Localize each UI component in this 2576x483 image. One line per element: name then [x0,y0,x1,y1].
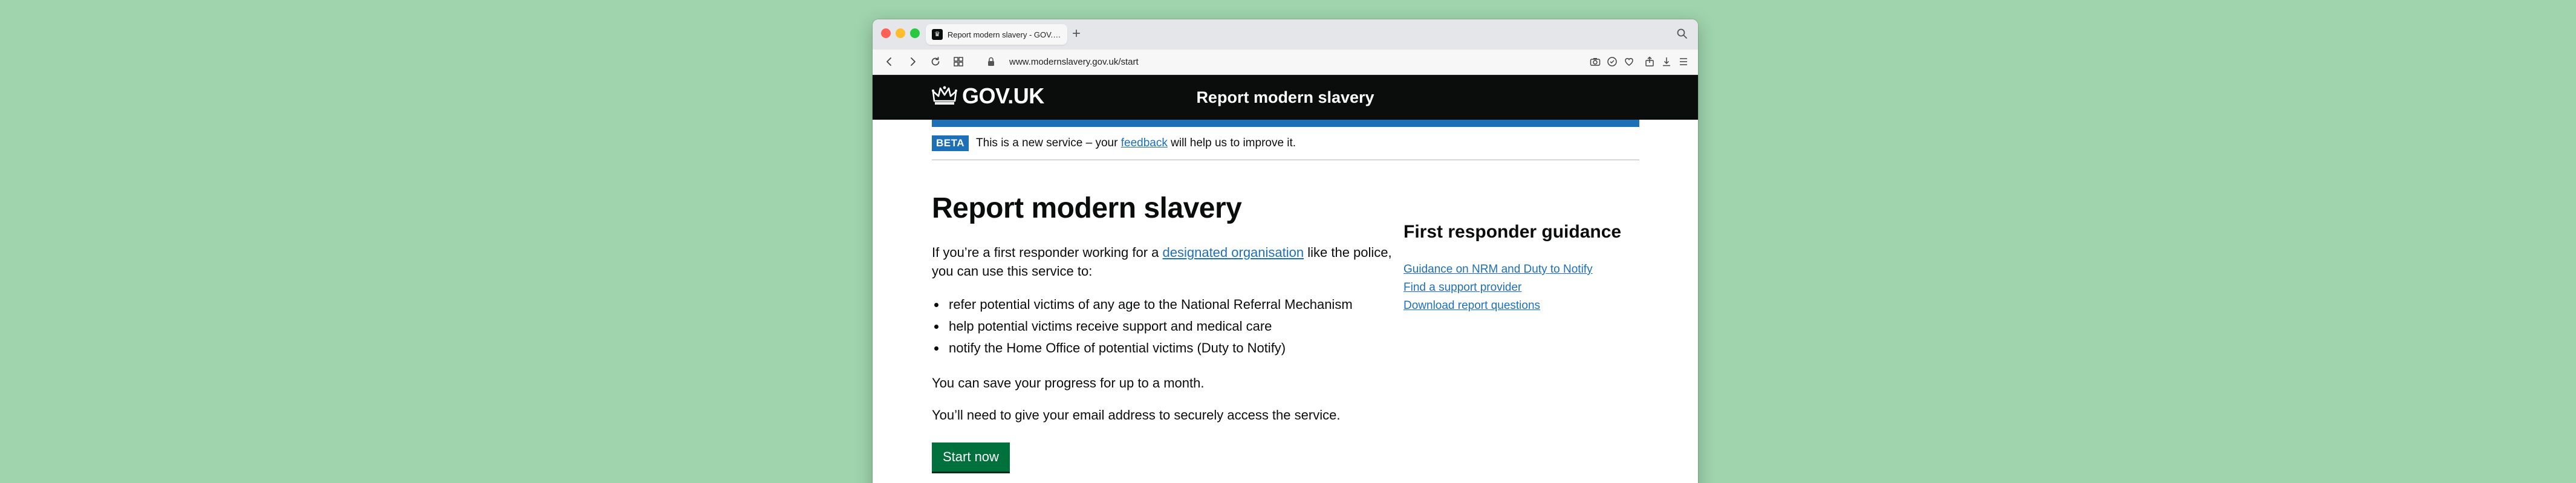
beta-text-after: will help us to improve it. [1167,137,1296,149]
back-icon[interactable] [883,56,896,68]
lock-icon [985,56,997,68]
beta-tag: BETA [932,135,969,151]
list-item: help potential victims receive support a… [946,316,1403,337]
shield-icon[interactable] [1606,56,1618,68]
intro-before: If you’re a first responder working for … [932,245,1163,260]
reload-icon[interactable] [929,56,942,68]
address-toolbar: www.modernslavery.gov.uk/start [873,50,1698,75]
browser-window: ♛ Report modern slavery - GOV.UK + www.m… [873,19,1698,483]
beta-text-before: This is a new service – your [976,137,1121,149]
guidance-links: Guidance on NRM and Duty to Notify Find … [1403,261,1639,315]
intro-paragraph: If you’re a first responder working for … [932,243,1403,280]
download-icon[interactable] [1660,56,1673,68]
support-provider-link[interactable]: Find a support provider [1403,279,1639,297]
tab-overview-icon[interactable] [952,56,964,68]
beta-text: This is a new service – your feedback wi… [976,137,1296,150]
email-requirement-text: You’ll need to give your email address t… [932,407,1341,423]
window-controls [881,28,920,38]
new-tab-button[interactable]: + [1072,26,1081,42]
share-icon[interactable] [1644,56,1656,68]
address-bar[interactable]: www.modernslavery.gov.uk/start [985,56,1139,68]
service-uses-list: refer potential victims of any age to th… [946,294,1403,359]
toolbar-actions [1589,56,1690,68]
save-progress-text: You can save your progress for up to a m… [932,375,1205,391]
start-now-button[interactable]: Start now [932,442,1010,472]
url-text[interactable]: www.modernslavery.gov.uk/start [1009,57,1139,67]
forward-icon[interactable] [906,56,919,68]
navigation-buttons [883,56,964,68]
page-content: BETA This is a new service – your feedba… [873,120,1698,472]
tab-title: Report modern slavery - GOV.UK [947,30,1061,39]
content-columns: Report modern slavery If you’re a first … [932,192,1639,472]
minimize-window-button[interactable] [896,28,905,38]
related-guidance: First responder guidance Guidance on NRM… [1403,192,1639,472]
zoom-window-button[interactable] [910,28,920,38]
browser-tab[interactable]: ♛ Report modern slavery - GOV.UK [926,24,1067,45]
nrm-guidance-link[interactable]: Guidance on NRM and Duty to Notify [1403,261,1639,279]
tab-bar: ♛ Report modern slavery - GOV.UK + [873,19,1698,50]
heart-icon[interactable] [1623,56,1635,68]
camera-icon[interactable] [1589,56,1601,68]
close-window-button[interactable] [881,28,891,38]
designated-organisation-link[interactable]: designated organisation [1163,245,1304,260]
menu-icon[interactable] [1677,56,1690,68]
main-column: Report modern slavery If you’re a first … [932,192,1403,472]
feedback-link[interactable]: feedback [1121,137,1168,149]
crown-favicon-icon: ♛ [932,29,943,40]
phase-banner: BETA This is a new service – your feedba… [932,135,1639,160]
download-questions-link[interactable]: Download report questions [1403,297,1639,315]
page-title: Report modern slavery [932,192,1242,224]
guidance-heading: First responder guidance [1403,222,1622,242]
list-item: notify the Home Office of potential vict… [946,337,1403,359]
list-item: refer potential victims of any age to th… [946,294,1403,316]
search-icon[interactable] [1676,28,1688,40]
service-name-link[interactable]: Report modern slavery [873,88,1698,107]
govuk-header: GOV.UK Report modern slavery [873,75,1698,120]
